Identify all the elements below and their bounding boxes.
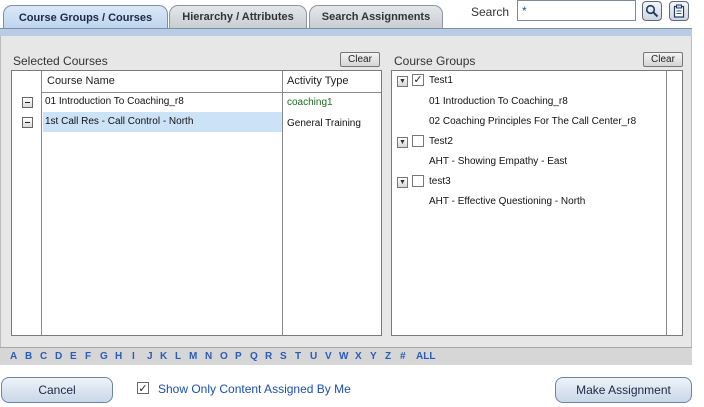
clear-course-groups-button[interactable]: Clear [643,52,683,67]
clipboard-button[interactable] [669,1,689,21]
cancel-button[interactable]: Cancel [1,377,113,403]
show-only-mine-checkbox[interactable]: ✓ [137,382,149,395]
alpha-filter-hash[interactable]: # [400,351,406,362]
alpha-filter-m[interactable]: M [189,351,197,362]
scrollbar[interactable] [666,71,667,335]
selected-courses-table: Course Name Activity Type 01 Introductio… [11,70,382,336]
alpha-filter-o[interactable]: O [220,351,228,362]
magnifier-icon [645,4,659,18]
alpha-filter-p[interactable]: P [235,351,242,362]
column-divider [282,71,283,335]
search-label: Search [471,5,510,19]
alpha-filter-u[interactable]: U [310,351,317,362]
group-course-item[interactable]: 02 Coaching Principles For The Call Cent… [429,116,636,127]
remove-row-icon[interactable] [22,117,33,128]
alpha-filter-l[interactable]: L [175,351,181,362]
alpha-filter-g[interactable]: G [100,351,108,362]
tab-course-groups-courses[interactable]: Course Groups / Courses [3,5,168,29]
alpha-filter-d[interactable]: D [55,351,62,362]
selected-courses-title: Selected Courses [13,54,108,68]
alpha-filter-j[interactable]: J [147,351,153,362]
group-name[interactable]: Test2 [429,136,453,147]
group-course-item[interactable]: 01 Introduction To Coaching_r8 [429,96,568,107]
column-divider [41,71,42,335]
alpha-filter-i[interactable]: I [132,351,135,362]
alpha-filter-e[interactable]: E [70,351,77,362]
alpha-filter-all[interactable]: ALL [416,351,435,362]
table-row-course-name[interactable]: 1st Call Res - Call Control - North [45,116,193,127]
alphabet-filter-bar: A B C D E F G H I J K L M N O P Q R S T … [0,347,692,365]
alpha-filter-x[interactable]: X [355,351,362,362]
course-groups-tree: ▼ ✓ Test1 01 Introduction To Coaching_r8… [391,70,683,336]
alpha-filter-r[interactable]: R [265,351,272,362]
alpha-filter-h[interactable]: H [115,351,122,362]
alpha-filter-s[interactable]: S [280,351,287,362]
alpha-filter-v[interactable]: V [325,351,332,362]
column-header-activity-type[interactable]: Activity Type [287,75,349,87]
alpha-filter-w[interactable]: W [339,351,348,362]
alpha-filter-y[interactable]: Y [370,351,377,362]
alpha-filter-a[interactable]: A [10,351,17,362]
alpha-filter-c[interactable]: C [40,351,47,362]
group-course-item[interactable]: AHT - Showing Empathy - East [429,156,567,167]
column-header-course-name[interactable]: Course Name [47,75,115,87]
alpha-filter-t[interactable]: T [295,351,301,362]
clipboard-icon [673,4,685,18]
table-row-activity-type: coaching1 [287,97,333,108]
tab-search-assignments[interactable]: Search Assignments [309,5,443,28]
group-checkbox[interactable] [412,175,424,187]
collapse-group-icon[interactable]: ▼ [397,76,408,87]
search-button[interactable] [642,1,662,21]
alpha-filter-f[interactable]: F [85,351,91,362]
group-name[interactable]: test3 [429,176,451,187]
alpha-filter-k[interactable]: K [160,351,167,362]
group-course-item[interactable]: AHT - Effective Questioning - North [429,196,585,207]
table-row-course-name[interactable]: 01 Introduction To Coaching_r8 [45,96,184,107]
course-groups-title: Course Groups [394,54,476,68]
group-checkbox[interactable] [412,135,424,147]
tab-hierarchy-attributes[interactable]: Hierarchy / Attributes [169,5,307,28]
collapse-group-icon[interactable]: ▼ [397,177,408,188]
tab-strip-divider [0,28,692,36]
alpha-filter-z[interactable]: Z [385,351,391,362]
alpha-filter-b[interactable]: B [25,351,32,362]
header-divider [42,92,381,93]
show-only-mine-label[interactable]: Show Only Content Assigned By Me [158,382,351,396]
make-assignment-button[interactable]: Make Assignment [555,377,692,403]
search-input[interactable] [517,0,636,21]
clear-selected-courses-button[interactable]: Clear [340,52,380,67]
remove-row-icon[interactable] [22,97,33,108]
group-name[interactable]: Test1 [429,75,453,86]
group-checkbox[interactable]: ✓ [412,74,424,86]
table-row-activity-type: General Training [287,118,361,129]
alpha-filter-n[interactable]: N [205,351,212,362]
alpha-filter-q[interactable]: Q [250,351,258,362]
collapse-group-icon[interactable]: ▼ [397,137,408,148]
